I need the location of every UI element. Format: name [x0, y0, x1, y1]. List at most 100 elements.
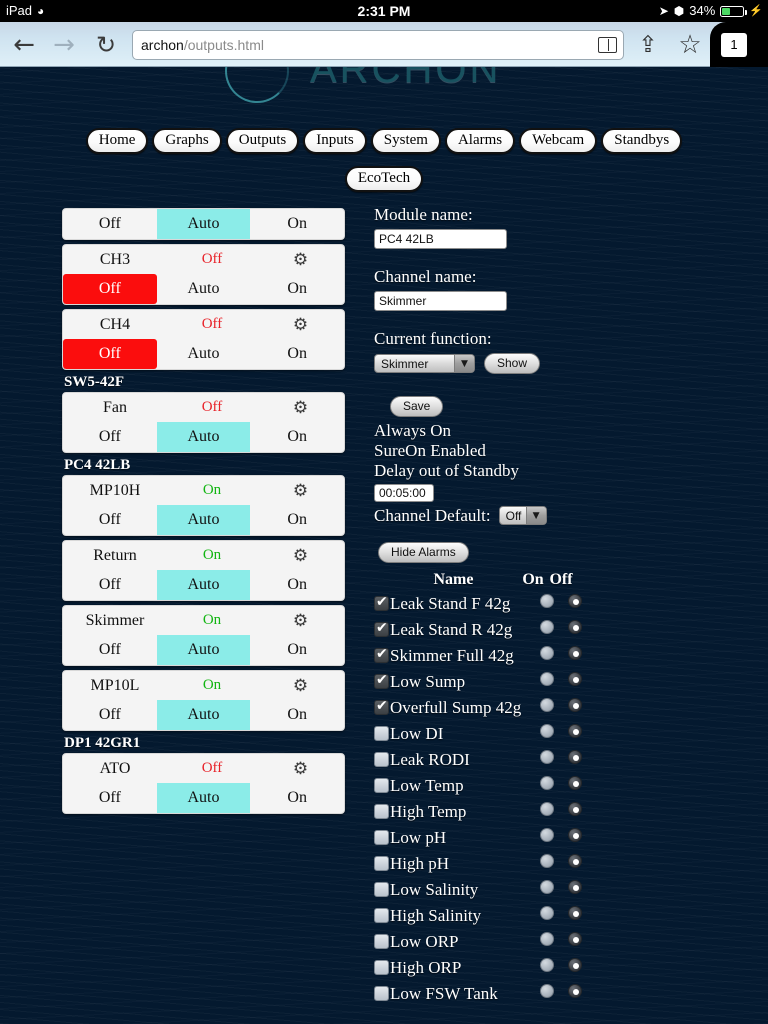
gear-icon[interactable]: ⚙ — [257, 398, 344, 418]
delay-out-of-standby-input[interactable]: 00:05:00 — [374, 483, 434, 502]
gear-icon[interactable]: ⚙ — [257, 759, 344, 779]
alarm-enable-checkbox[interactable] — [374, 726, 389, 741]
share-icon[interactable]: ⇪ — [633, 31, 663, 61]
url-input[interactable]: archon/outputs.html — [132, 30, 624, 60]
channel-mode-off-button[interactable]: Off — [63, 339, 157, 369]
channel-mode-off-button[interactable]: Off — [63, 209, 157, 239]
alarm-on-radio[interactable] — [540, 724, 554, 738]
nav-item-system[interactable]: System — [370, 128, 441, 154]
channel-mode-auto-button[interactable]: Auto — [156, 505, 251, 535]
alarm-enable-checkbox[interactable] — [374, 646, 389, 663]
channel-mode-on-button[interactable]: On — [250, 339, 344, 369]
channel-mode-on-button[interactable]: On — [250, 635, 344, 665]
channel-mode-auto-button[interactable]: Auto — [156, 635, 251, 665]
alarm-enable-checkbox[interactable] — [374, 986, 389, 1001]
reader-view-icon[interactable] — [598, 37, 617, 53]
alarm-enable-checkbox[interactable] — [374, 882, 389, 897]
channel-mode-auto-button[interactable]: Auto — [157, 274, 251, 304]
gear-icon[interactable]: ⚙ — [257, 611, 344, 631]
alarm-enable-checkbox[interactable] — [374, 620, 389, 637]
alarm-off-radio[interactable] — [568, 984, 582, 998]
channel-mode-on-button[interactable]: On — [250, 700, 344, 730]
alarm-on-radio[interactable] — [540, 750, 554, 764]
alarm-enable-checkbox[interactable] — [374, 778, 389, 793]
alarm-off-radio[interactable] — [568, 750, 582, 764]
alarm-on-radio[interactable] — [540, 932, 554, 946]
channel-mode-on-button[interactable]: On — [250, 274, 344, 304]
nav-item-webcam[interactable]: Webcam — [519, 128, 598, 154]
alarm-enable-checkbox[interactable] — [374, 804, 389, 819]
channel-mode-off-button[interactable]: Off — [63, 570, 157, 600]
channel-mode-off-button[interactable]: Off — [63, 505, 157, 535]
alarm-enable-checkbox[interactable] — [374, 594, 389, 611]
channel-default-select[interactable]: Off ▼ — [498, 506, 547, 526]
show-button[interactable]: Show — [484, 353, 541, 374]
alarm-enable-checkbox[interactable] — [374, 908, 389, 923]
alarm-off-radio[interactable] — [568, 932, 582, 946]
nav-item-graphs[interactable]: Graphs — [152, 128, 222, 154]
alarm-off-radio[interactable] — [568, 672, 582, 686]
alarm-enable-checkbox[interactable] — [374, 830, 389, 845]
alarm-off-radio[interactable] — [568, 906, 582, 920]
alarm-off-radio[interactable] — [568, 802, 582, 816]
alarm-on-radio[interactable] — [540, 698, 554, 712]
alarm-on-radio[interactable] — [540, 958, 554, 972]
alarm-on-radio[interactable] — [540, 802, 554, 816]
alarm-enable-checkbox[interactable] — [374, 856, 389, 871]
nav-item-outputs[interactable]: Outputs — [225, 128, 300, 154]
alarm-enable-checkbox[interactable] — [374, 934, 389, 949]
channel-mode-off-button[interactable]: Off — [63, 700, 157, 730]
alarm-on-radio[interactable] — [540, 880, 554, 894]
alarm-on-radio[interactable] — [540, 984, 554, 998]
nav-item-alarms[interactable]: Alarms — [444, 128, 516, 154]
module-name-input[interactable]: PC4 42LB — [374, 229, 507, 249]
hide-alarms-button[interactable]: Hide Alarms — [378, 541, 469, 563]
forward-button[interactable]: → — [48, 29, 80, 61]
alarm-on-radio[interactable] — [540, 828, 554, 842]
alarm-enable-checkbox[interactable] — [374, 698, 389, 715]
alarm-off-radio[interactable] — [568, 698, 582, 712]
alarm-off-radio[interactable] — [568, 724, 582, 738]
alarm-on-radio[interactable] — [540, 620, 554, 634]
alarm-on-radio[interactable] — [540, 594, 554, 608]
channel-mode-auto-button[interactable]: Auto — [156, 422, 251, 452]
alarm-off-radio[interactable] — [568, 880, 582, 894]
channel-mode-auto-button[interactable]: Auto — [156, 700, 251, 730]
tab-switcher-button[interactable]: 1 — [710, 22, 768, 67]
channel-name-input[interactable]: Skimmer — [374, 291, 507, 311]
channel-mode-off-button[interactable]: Off — [63, 274, 157, 304]
channel-mode-on-button[interactable]: On — [250, 783, 344, 813]
subnav-item-ecotech[interactable]: EcoTech — [344, 166, 424, 192]
gear-icon[interactable]: ⚙ — [257, 481, 344, 501]
alarm-on-radio[interactable] — [540, 776, 554, 790]
alarm-off-radio[interactable] — [568, 620, 582, 634]
channel-mode-on-button[interactable]: On — [250, 422, 344, 452]
gear-icon[interactable]: ⚙ — [257, 546, 344, 566]
alarm-on-radio[interactable] — [540, 906, 554, 920]
current-function-select[interactable]: Skimmer ▼ — [374, 354, 475, 373]
channel-mode-off-button[interactable]: Off — [63, 635, 157, 665]
channel-mode-auto-button[interactable]: Auto — [156, 570, 251, 600]
alarm-off-radio[interactable] — [568, 958, 582, 972]
channel-mode-auto-button[interactable]: Auto — [157, 339, 251, 369]
channel-mode-on-button[interactable]: On — [250, 209, 344, 239]
alarm-on-radio[interactable] — [540, 646, 554, 660]
nav-item-inputs[interactable]: Inputs — [303, 128, 367, 154]
channel-mode-off-button[interactable]: Off — [63, 422, 157, 452]
alarm-on-radio[interactable] — [540, 854, 554, 868]
save-button[interactable]: Save — [390, 396, 444, 417]
alarm-off-radio[interactable] — [568, 646, 582, 660]
gear-icon[interactable]: ⚙ — [257, 250, 344, 270]
channel-mode-on-button[interactable]: On — [250, 505, 344, 535]
bookmark-star-icon[interactable]: ☆ — [675, 31, 705, 61]
alarm-off-radio[interactable] — [568, 854, 582, 868]
alarm-enable-checkbox[interactable] — [374, 672, 389, 689]
channel-mode-auto-button[interactable]: Auto — [156, 783, 251, 813]
channel-mode-on-button[interactable]: On — [250, 570, 344, 600]
reload-button[interactable]: ↻ — [90, 29, 122, 61]
nav-item-standbys[interactable]: Standbys — [601, 128, 683, 154]
alarm-enable-checkbox[interactable] — [374, 752, 389, 767]
gear-icon[interactable]: ⚙ — [257, 315, 344, 335]
alarm-off-radio[interactable] — [568, 594, 582, 608]
alarm-off-radio[interactable] — [568, 776, 582, 790]
